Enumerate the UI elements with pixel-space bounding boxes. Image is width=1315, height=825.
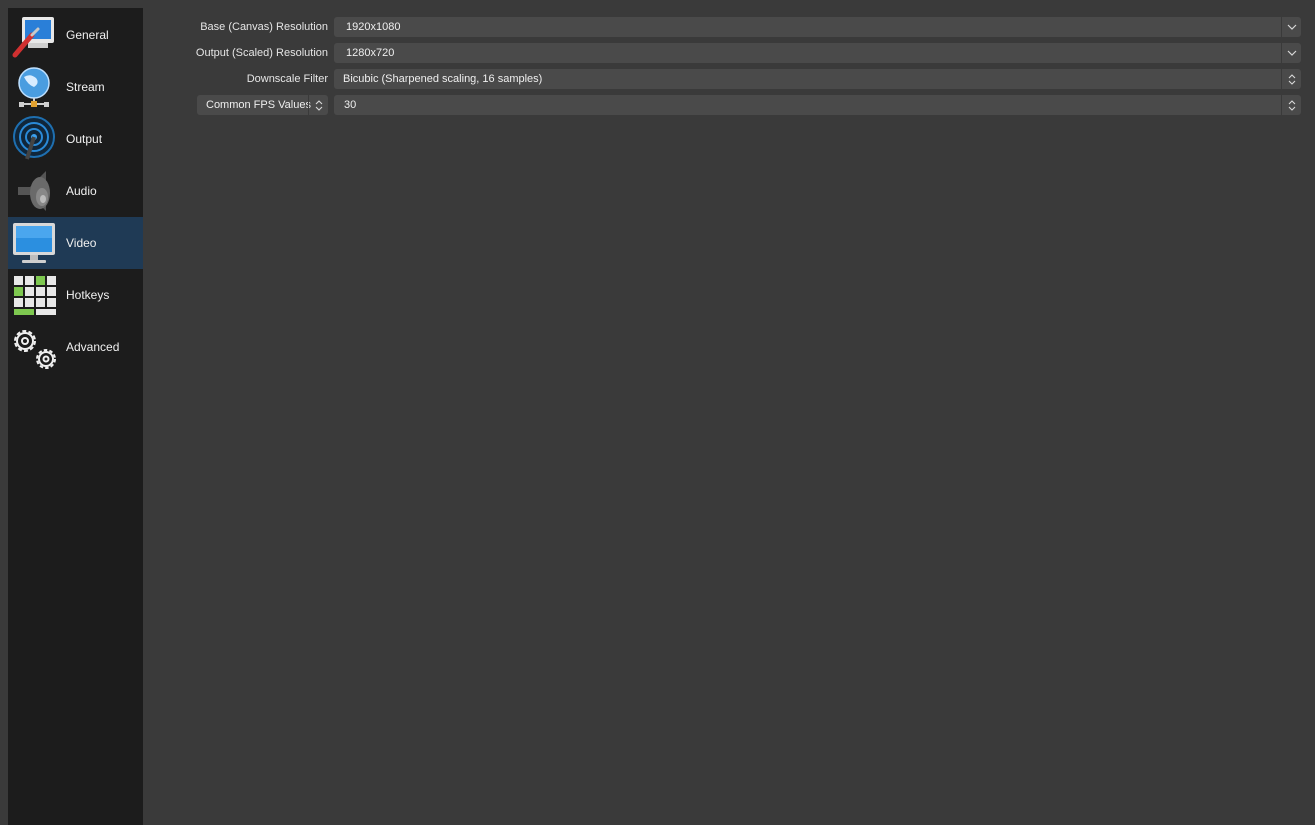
base-resolution-row: Base (Canvas) Resolution xyxy=(150,17,328,37)
settings-sidebar: General Stream Output Audio Video Hotkey… xyxy=(8,8,143,825)
sidebar-item-stream[interactable]: Stream xyxy=(8,61,143,113)
base-resolution-combo[interactable]: 1920x1080 xyxy=(334,17,1301,37)
output-antenna-icon xyxy=(8,113,60,165)
updown-arrows-icon[interactable] xyxy=(308,95,328,115)
fps-type-combo[interactable]: Common FPS Values xyxy=(197,95,328,115)
downscale-filter-label: Downscale Filter xyxy=(246,73,328,85)
chevron-down-icon[interactable] xyxy=(1281,17,1301,37)
monitor-icon xyxy=(8,217,60,269)
settings-window: General Stream Output Audio Video Hotkey… xyxy=(0,0,1315,825)
base-resolution-label: Base (Canvas) Resolution xyxy=(200,21,328,33)
output-resolution-row: Output (Scaled) Resolution xyxy=(150,43,328,63)
downscale-filter-row: Downscale Filter xyxy=(150,69,328,89)
sidebar-item-label: Advanced xyxy=(66,340,120,354)
downscale-filter-combo[interactable]: Bicubic (Sharpened scaling, 16 samples) xyxy=(334,69,1301,89)
updown-arrows-icon[interactable] xyxy=(1281,95,1301,115)
fps-value-combo[interactable]: 30 xyxy=(334,95,1301,115)
updown-arrows-icon[interactable] xyxy=(1281,69,1301,89)
sidebar-item-label: Audio xyxy=(66,184,97,198)
fps-type-label: Common FPS Values xyxy=(206,99,311,111)
sidebar-item-audio[interactable]: Audio xyxy=(8,165,143,217)
output-resolution-combo[interactable]: 1280x720 xyxy=(334,43,1301,63)
downscale-filter-value: Bicubic (Sharpened scaling, 16 samples) xyxy=(343,73,543,85)
fps-value: 30 xyxy=(344,99,357,111)
sidebar-item-label: General xyxy=(66,28,109,42)
keyboard-icon xyxy=(8,269,60,321)
sidebar-item-label: Hotkeys xyxy=(66,288,110,302)
sidebar-item-label: Video xyxy=(66,236,97,250)
sidebar-item-label: Output xyxy=(66,132,103,146)
general-settings-icon xyxy=(8,9,60,61)
gears-icon xyxy=(8,321,60,373)
sidebar-item-label: Stream xyxy=(66,80,105,94)
sidebar-item-general[interactable]: General xyxy=(8,9,143,61)
sidebar-item-hotkeys[interactable]: Hotkeys xyxy=(8,269,143,321)
stream-globe-icon xyxy=(8,61,60,113)
speaker-icon xyxy=(8,165,60,217)
sidebar-item-output[interactable]: Output xyxy=(8,113,143,165)
output-resolution-value: 1280x720 xyxy=(346,47,395,59)
sidebar-item-video[interactable]: Video xyxy=(8,217,143,269)
output-resolution-label: Output (Scaled) Resolution xyxy=(195,47,328,59)
window-edge xyxy=(0,0,8,825)
base-resolution-value: 1920x1080 xyxy=(346,21,401,33)
chevron-down-icon[interactable] xyxy=(1281,43,1301,63)
sidebar-item-advanced[interactable]: Advanced xyxy=(8,321,143,373)
